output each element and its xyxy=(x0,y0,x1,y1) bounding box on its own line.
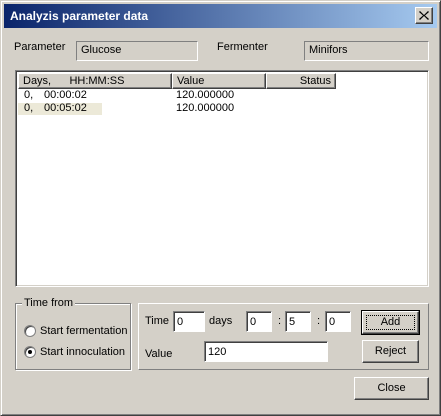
focus-rect xyxy=(366,315,415,330)
list-header: Days, HH:MM:SS Value Status xyxy=(18,73,428,89)
time-from-title: Time from xyxy=(22,297,76,309)
row-time: 00:05:02 xyxy=(44,102,87,114)
dialog-window: Analyzis parameter data Parameter Glucos… xyxy=(0,0,441,416)
fermenter-field: Minifors xyxy=(304,41,429,61)
radio-start-innoculation[interactable] xyxy=(24,346,36,358)
column-header-value[interactable]: Value xyxy=(172,73,266,89)
radio-start-fermentation[interactable] xyxy=(24,325,36,337)
parameter-field: Glucose xyxy=(76,41,198,61)
fermenter-label: Fermenter xyxy=(217,41,268,53)
row-days: 0, xyxy=(24,102,34,114)
measurement-list[interactable]: Days, HH:MM:SS Value Status 0, 00:00:02 … xyxy=(15,70,429,287)
table-row[interactable]: 0, 00:05:02 120.000000 xyxy=(18,102,428,115)
close-icon xyxy=(419,11,429,20)
window-title: Analyzis parameter data xyxy=(10,9,149,23)
parameter-label: Parameter xyxy=(14,41,66,53)
days-label: days xyxy=(209,315,233,327)
close-button[interactable]: Close xyxy=(354,377,429,400)
minutes-input[interactable] xyxy=(285,311,311,332)
row-value: 120.000000 xyxy=(176,89,235,101)
time-separator: : xyxy=(317,315,321,327)
row-value: 120.000000 xyxy=(176,102,235,114)
title-bar[interactable]: Analyzis parameter data xyxy=(4,4,437,28)
row-days: 0, xyxy=(24,89,34,101)
value-input[interactable] xyxy=(204,341,328,362)
radio-start-fermentation-label[interactable]: Start fermentation xyxy=(40,325,127,337)
value-label: Value xyxy=(145,348,173,360)
parameter-value: Glucose xyxy=(81,44,122,56)
seconds-input[interactable] xyxy=(325,311,351,332)
time-from-group: Time from Start fermentation Start innoc… xyxy=(15,297,131,370)
days-input[interactable] xyxy=(173,311,205,332)
column-header-days-time[interactable]: Days, HH:MM:SS xyxy=(18,73,172,89)
column-header-status[interactable]: Status xyxy=(266,73,336,89)
fermenter-value: Minifors xyxy=(309,44,348,56)
time-separator: : xyxy=(278,315,282,327)
time-label: Time xyxy=(145,315,170,327)
radio-selected-dot xyxy=(28,350,32,354)
table-row[interactable]: 0, 00:00:02 120.000000 xyxy=(18,89,428,102)
reject-button[interactable]: Reject xyxy=(362,340,419,363)
hours-input[interactable] xyxy=(246,311,272,332)
close-window-button[interactable] xyxy=(415,7,433,24)
add-button[interactable]: Add xyxy=(361,310,420,335)
row-time: 00:00:02 xyxy=(44,89,87,101)
radio-start-innoculation-label[interactable]: Start innoculation xyxy=(40,346,125,358)
